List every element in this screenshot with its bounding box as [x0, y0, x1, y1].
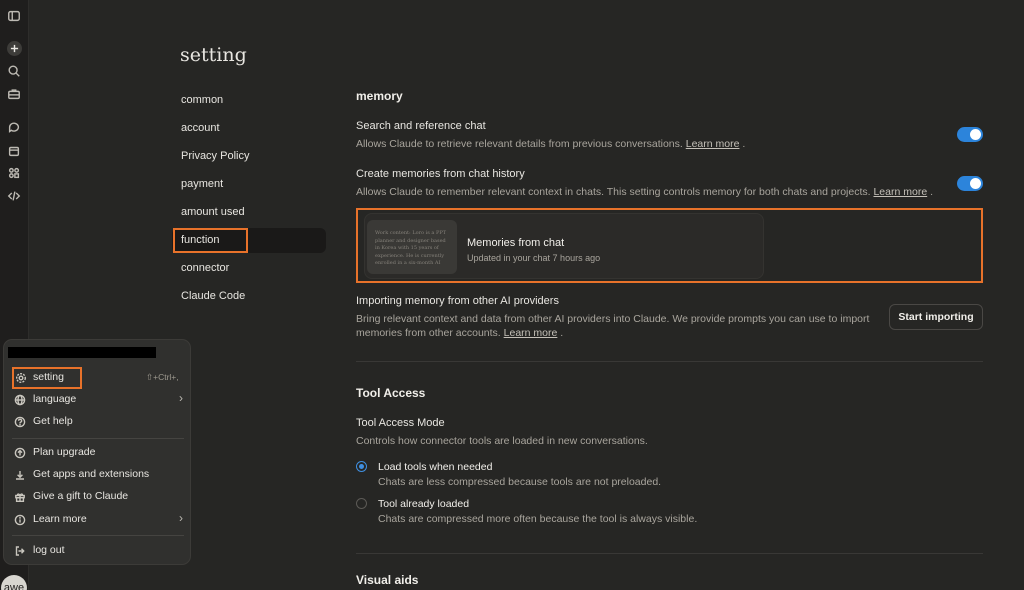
nav-item-common[interactable]: common [172, 88, 326, 113]
visual-aids-section-title: Visual aids [356, 573, 419, 587]
new-chat-button[interactable] [6, 40, 22, 56]
search-reference-desc-text: Allows Claude to retrieve relevant detai… [356, 138, 683, 150]
chevron-right-icon: › [179, 511, 183, 525]
gift-icon [14, 490, 26, 502]
nav-item-privacy-policy[interactable]: Privacy Policy [172, 144, 326, 169]
import-memory-desc: Bring relevant context and data from oth… [356, 313, 870, 339]
search-reference-title: Search and reference chat [356, 120, 486, 132]
info-icon [14, 513, 26, 526]
create-memories-toggle[interactable] [957, 176, 983, 191]
load-when-needed-label[interactable]: Load tools when needed [378, 461, 492, 473]
artifacts-icon[interactable] [6, 165, 22, 181]
tool-access-section-title: Tool Access [356, 386, 426, 400]
menu-label: Give a gift to Claude [33, 490, 129, 502]
section-divider [356, 361, 983, 362]
setting-shortcut: ⇧+Ctrl+, [146, 372, 179, 382]
account-menu: setting ⇧+Ctrl+, language › Get help Pla… [3, 339, 191, 565]
code-icon[interactable] [6, 188, 22, 204]
plus-icon [6, 40, 22, 56]
import-desc-line1: Bring relevant context and data from oth… [356, 313, 870, 325]
menu-label: log out [33, 544, 65, 556]
menu-item-give-gift[interactable]: Give a gift to Claude [12, 487, 184, 507]
already-loaded-desc: Chats are compressed more often because … [378, 513, 698, 525]
create-memories-title: Create memories from chat history [356, 168, 525, 180]
chats-icon[interactable] [6, 120, 22, 136]
memories-card-subtitle: Updated in your chat 7 hours ago [467, 253, 601, 263]
help-icon [14, 415, 26, 428]
search-reference-toggle[interactable] [957, 127, 983, 142]
menu-label: language [33, 393, 77, 405]
menu-separator [12, 535, 184, 536]
nav-item-function-label: function [173, 228, 248, 253]
nav-item-amount-used[interactable]: amount used [172, 200, 326, 225]
menu-label: setting [33, 371, 64, 383]
load-when-needed-desc: Chats are less compressed because tools … [378, 476, 662, 488]
menu-item-get-apps[interactable]: Get apps and extensions [12, 465, 184, 485]
search-reference-desc: Allows Claude to retrieve relevant detai… [356, 138, 746, 150]
learn-more-link[interactable]: Learn more [686, 138, 740, 150]
menu-item-learn-more[interactable]: Learn more › [12, 510, 184, 530]
learn-more-link[interactable]: Learn more [873, 186, 927, 198]
menu-item-log-out[interactable]: log out [12, 541, 184, 561]
import-memory-title: Importing memory from other AI providers [356, 295, 559, 307]
projects-icon[interactable] [6, 143, 22, 159]
already-loaded-label[interactable]: Tool already loaded [378, 498, 469, 510]
nav-item-account[interactable]: account [172, 116, 326, 141]
memory-section-title: memory [356, 89, 403, 103]
globe-icon [14, 393, 26, 406]
menu-item-get-help[interactable]: Get help [12, 412, 184, 432]
menu-item-language[interactable]: language › [12, 390, 184, 410]
menu-label: Get apps and extensions [33, 468, 150, 480]
download-icon [14, 468, 26, 480]
section-divider [356, 553, 983, 554]
start-importing-button[interactable]: Start importing [889, 304, 983, 330]
nav-item-function[interactable]: function [172, 228, 326, 253]
menu-label: Get help [33, 415, 73, 427]
nav-item-payment[interactable]: payment [172, 172, 326, 197]
memories-card[interactable]: Work content: Loro is a PPT planner and … [364, 213, 764, 279]
chevron-right-icon: › [179, 391, 183, 405]
gear-icon [15, 371, 27, 384]
briefcase-icon[interactable] [6, 86, 22, 102]
settings-nav: common account Privacy Policy payment am… [172, 88, 326, 312]
load-when-needed-radio[interactable] [356, 461, 367, 472]
memories-card-title: Memories from chat [467, 237, 565, 249]
create-memories-desc: Allows Claude to remember relevant conte… [356, 186, 934, 198]
tool-access-mode-desc: Controls how connector tools are loaded … [356, 435, 648, 447]
create-memories-desc-text: Allows Claude to remember relevant conte… [356, 186, 871, 198]
nav-item-connector[interactable]: connector [172, 256, 326, 281]
menu-label: Plan upgrade [33, 446, 96, 458]
already-loaded-radio[interactable] [356, 498, 367, 509]
logout-icon [14, 544, 26, 556]
sidebar-toggle-icon[interactable] [6, 8, 22, 24]
nav-item-claude-code[interactable]: Claude Code [172, 284, 326, 309]
memories-thumbnail: Work content: Loro is a PPT planner and … [367, 220, 457, 274]
menu-item-plan-upgrade[interactable]: Plan upgrade [12, 443, 184, 463]
upgrade-icon [14, 446, 26, 459]
redacted-email [8, 347, 156, 358]
menu-label: Learn more [33, 513, 87, 525]
search-icon[interactable] [6, 63, 22, 79]
memories-highlight-box: Work content: Loro is a PPT planner and … [356, 208, 983, 283]
learn-more-link[interactable]: Learn more [504, 327, 558, 339]
menu-separator [12, 438, 184, 439]
page-title: setting [180, 44, 247, 66]
import-desc-line2: memories from other accounts. [356, 327, 501, 339]
tool-access-mode-title: Tool Access Mode [356, 417, 445, 429]
menu-item-setting[interactable]: setting [12, 367, 82, 389]
